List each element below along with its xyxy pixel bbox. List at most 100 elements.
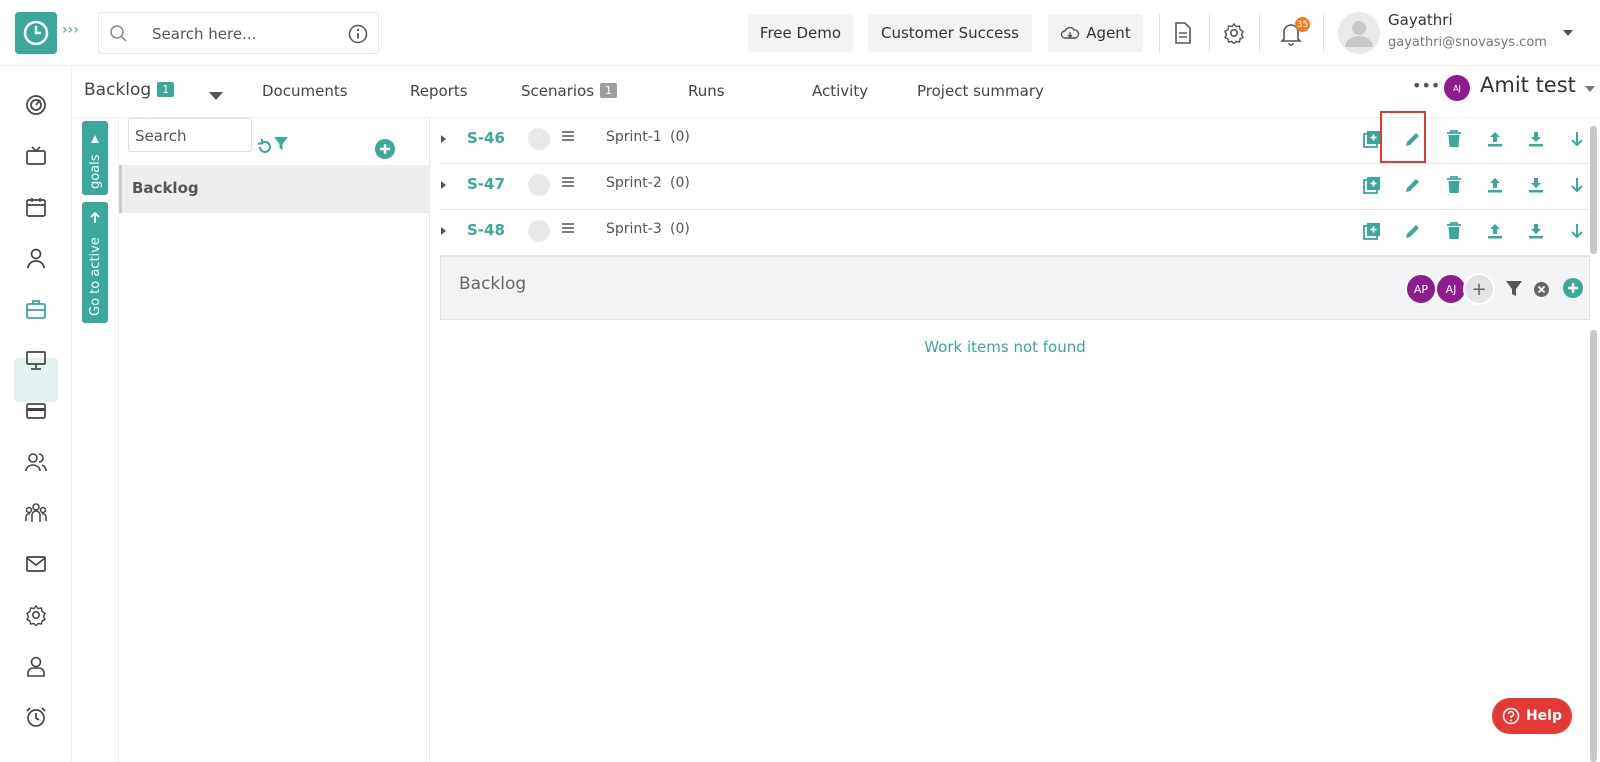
global-search[interactable]: Search here... bbox=[98, 12, 379, 54]
add-backlog-item-icon[interactable] bbox=[1563, 278, 1583, 298]
sprint-id[interactable]: S-46 bbox=[467, 129, 505, 147]
avatar-ap[interactable]: AP bbox=[1405, 273, 1437, 305]
settings-icon[interactable] bbox=[21, 600, 51, 630]
expand-caret-icon[interactable] bbox=[440, 180, 448, 190]
sprint-row[interactable]: S-48 Sprint-3 (0) bbox=[440, 210, 1590, 256]
add-work-item-icon[interactable] bbox=[1361, 174, 1383, 196]
menu-lines-icon[interactable] bbox=[562, 222, 574, 234]
sprint-list-scrollbar[interactable] bbox=[1590, 126, 1597, 254]
backlog-dropdown-chevron-icon[interactable] bbox=[209, 92, 223, 100]
free-demo-button[interactable]: Free Demo bbox=[748, 14, 853, 52]
sprint-count: (0) bbox=[670, 221, 690, 237]
add-goal-icon[interactable] bbox=[375, 139, 395, 159]
briefcase-icon[interactable] bbox=[21, 294, 51, 324]
user-avatar-icon[interactable] bbox=[1338, 12, 1380, 54]
backlog-filter-icon[interactable] bbox=[1506, 281, 1522, 297]
top-header: ››› Search here... Free Demo Customer Su… bbox=[0, 0, 1600, 66]
tab-documents[interactable]: Documents bbox=[262, 82, 348, 100]
tab-project-summary[interactable]: Project summary bbox=[917, 82, 1044, 100]
monitor-icon[interactable] bbox=[21, 345, 51, 375]
tab-activity[interactable]: Activity bbox=[812, 82, 868, 100]
user-menu-chevron-down-icon[interactable] bbox=[1563, 30, 1573, 36]
project-chevron-down-icon[interactable] bbox=[1585, 86, 1595, 92]
divider bbox=[1259, 14, 1260, 52]
sprint-id[interactable]: S-48 bbox=[467, 221, 505, 239]
edit-pencil-icon[interactable] bbox=[1402, 220, 1424, 242]
upload-icon[interactable] bbox=[1484, 174, 1506, 196]
go-to-active-vertical-tab[interactable]: Go to active bbox=[82, 202, 108, 323]
customer-success-button[interactable]: Customer Success bbox=[868, 14, 1032, 52]
info-icon[interactable] bbox=[348, 24, 368, 44]
menu-lines-icon[interactable] bbox=[562, 130, 574, 142]
download-icon[interactable] bbox=[1525, 128, 1547, 150]
left-nav-rail bbox=[0, 66, 72, 762]
delete-trash-icon[interactable] bbox=[1443, 128, 1465, 150]
goal-search-input[interactable]: Search bbox=[128, 118, 252, 152]
arrow-down-icon[interactable] bbox=[1566, 174, 1588, 196]
add-member-icon[interactable]: + bbox=[1463, 273, 1495, 305]
settings-gear-icon[interactable] bbox=[1223, 22, 1245, 44]
user-email: gayathri@snovasys.com bbox=[1388, 35, 1547, 50]
tab-scenarios[interactable]: Scenarios 1 bbox=[521, 82, 618, 100]
expand-menu-icon[interactable]: ››› bbox=[62, 22, 79, 38]
clear-filter-icon[interactable] bbox=[1534, 282, 1549, 297]
tab-backlog-label: Backlog bbox=[84, 80, 152, 100]
search-input[interactable]: Search here... bbox=[152, 25, 256, 43]
delete-trash-icon[interactable] bbox=[1443, 174, 1465, 196]
alarm-clock-icon[interactable] bbox=[21, 702, 51, 732]
empty-work-items-message: Work items not found bbox=[924, 338, 1086, 356]
tab-reports[interactable]: Reports bbox=[410, 82, 468, 100]
agent-label: Agent bbox=[1086, 24, 1131, 42]
sprint-name: Sprint-1 bbox=[606, 129, 662, 145]
filter-icon[interactable] bbox=[274, 137, 288, 151]
mail-icon[interactable] bbox=[21, 549, 51, 579]
sprint-count: (0) bbox=[670, 175, 690, 191]
tab-backlog[interactable]: Backlog 1 bbox=[84, 80, 175, 100]
goals-vertical-tab[interactable]: goals bbox=[82, 121, 108, 195]
calendar-icon[interactable] bbox=[21, 192, 51, 222]
tab-scenarios-label: Scenarios bbox=[521, 82, 595, 100]
sprint-id[interactable]: S-47 bbox=[467, 175, 505, 193]
goal-item-backlog[interactable]: Backlog bbox=[119, 165, 430, 213]
assignee-avatar bbox=[528, 174, 550, 196]
user-icon[interactable] bbox=[21, 243, 51, 273]
profile-badge-icon[interactable] bbox=[21, 651, 51, 681]
document-icon[interactable] bbox=[1172, 21, 1194, 45]
help-question-icon bbox=[1502, 707, 1520, 725]
tv-icon[interactable] bbox=[21, 141, 51, 171]
user-name: Gayathri bbox=[1388, 11, 1453, 29]
download-icon[interactable] bbox=[1525, 174, 1547, 196]
team-icon[interactable] bbox=[21, 498, 51, 528]
goal-item-backlog-label: Backlog bbox=[132, 179, 199, 197]
goals-tab-label: goals bbox=[88, 154, 103, 189]
sprint-name: Sprint-2 bbox=[606, 175, 662, 191]
sprint-row[interactable]: S-47 Sprint-2 (0) bbox=[440, 164, 1590, 210]
menu-lines-icon[interactable] bbox=[562, 176, 574, 188]
backlog-panel-title: Backlog bbox=[459, 274, 527, 294]
clock-logo-icon bbox=[23, 20, 49, 46]
arrow-down-icon[interactable] bbox=[1566, 220, 1588, 242]
dashboard-gauge-icon[interactable] bbox=[21, 90, 51, 120]
help-button[interactable]: Help bbox=[1492, 698, 1572, 734]
delete-trash-icon[interactable] bbox=[1443, 220, 1465, 242]
project-name[interactable]: Amit test bbox=[1480, 73, 1576, 97]
download-icon[interactable] bbox=[1525, 220, 1547, 242]
add-work-item-icon[interactable] bbox=[1361, 220, 1383, 242]
refresh-icon[interactable] bbox=[257, 139, 273, 155]
more-options-icon[interactable]: ••• bbox=[1412, 76, 1440, 95]
expand-caret-icon[interactable] bbox=[440, 134, 448, 144]
edit-pencil-icon[interactable] bbox=[1402, 174, 1424, 196]
upload-icon[interactable] bbox=[1484, 220, 1506, 242]
pin-icon bbox=[91, 135, 99, 143]
users-icon[interactable] bbox=[21, 447, 51, 477]
upload-icon[interactable] bbox=[1484, 128, 1506, 150]
agent-button[interactable]: Agent bbox=[1048, 14, 1143, 52]
tab-runs[interactable]: Runs bbox=[688, 82, 725, 100]
project-avatar: AJ bbox=[1444, 75, 1470, 101]
app-logo[interactable] bbox=[15, 12, 57, 54]
arrow-down-icon[interactable] bbox=[1566, 128, 1588, 150]
expand-caret-icon[interactable] bbox=[440, 226, 448, 236]
divider bbox=[1323, 14, 1324, 52]
main-scrollbar[interactable] bbox=[1590, 330, 1597, 762]
credit-card-icon[interactable] bbox=[21, 396, 51, 426]
